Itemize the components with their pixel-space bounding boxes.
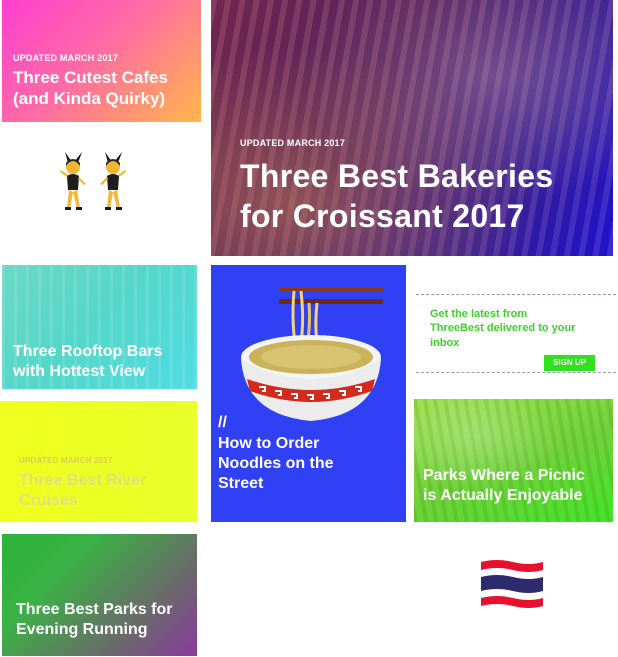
card-title-line: Parks Where a Picnic [423,467,585,484]
sign-up-button[interactable]: SIGN UP [544,355,595,371]
card-title-line: with Hottest View [13,363,146,380]
card-title-line: Three Cutest Cafes [13,68,168,87]
card-title-line: How to Order [218,435,320,452]
updated-label: UPDATED MARCH 2017 [13,53,118,63]
card-order-noodles[interactable]: // How to Order Noodles on the Street [211,265,406,522]
card-river-cruises[interactable]: UPDATED MARCH 2017 Three Best River Crui… [0,401,197,522]
card-best-bakeries[interactable]: UPDATED MARCH 2017 Three Best Bakeries f… [211,0,613,256]
card-three-cutest-cafes[interactable]: UPDATED MARCH 2017 Three Cutest Cafes (a… [2,0,201,122]
divider [416,294,616,295]
card-title-line: Cruises [19,492,78,509]
newsletter-message: Get the latest from ThreeBest delivered … [430,307,605,350]
steaming-bowl-icon [241,287,383,421]
card-title-line: Three Best River [19,472,147,489]
newsletter-signup: Get the latest from ThreeBest delivered … [416,294,618,374]
card-title-line: is Actually Enjoyable [423,487,583,504]
divider [416,372,616,373]
flag-thailand-icon [481,560,543,608]
updated-label: UPDATED MARCH 2017 [19,456,113,465]
women-with-bunny-ears-icon [60,152,126,210]
card-title-line: for Croissant 2017 [240,198,525,234]
card-title: Three Best River Cruises [19,471,189,511]
card-title-line: Three Rooftop Bars [13,343,163,360]
card-rooftop-bars[interactable]: Three Rooftop Bars with Hottest View [2,265,197,389]
card-title-line: (and Kinda Quirky) [13,89,166,109]
newsletter-message-line: ThreeBest delivered to your [430,322,576,335]
card-title-line: Noodles on the [218,455,334,472]
updated-label: UPDATED MARCH 2017 [240,138,345,148]
card-title-line: Three Best Bakeries [240,158,554,194]
newsletter-message-line: inbox [430,336,460,349]
card-title-line: Street [218,475,264,492]
card-evening-running[interactable]: Three Best Parks for Evening Running [2,534,197,656]
card-parks-picnic[interactable]: Parks Where a Picnic is Actually Enjoyab… [414,399,613,522]
card-title-line: Evening Running [16,621,148,638]
newsletter-message-line: Get the latest from [430,308,528,320]
card-title-line: Three Best Parks for [16,601,173,618]
card-prefix: // [218,414,227,431]
